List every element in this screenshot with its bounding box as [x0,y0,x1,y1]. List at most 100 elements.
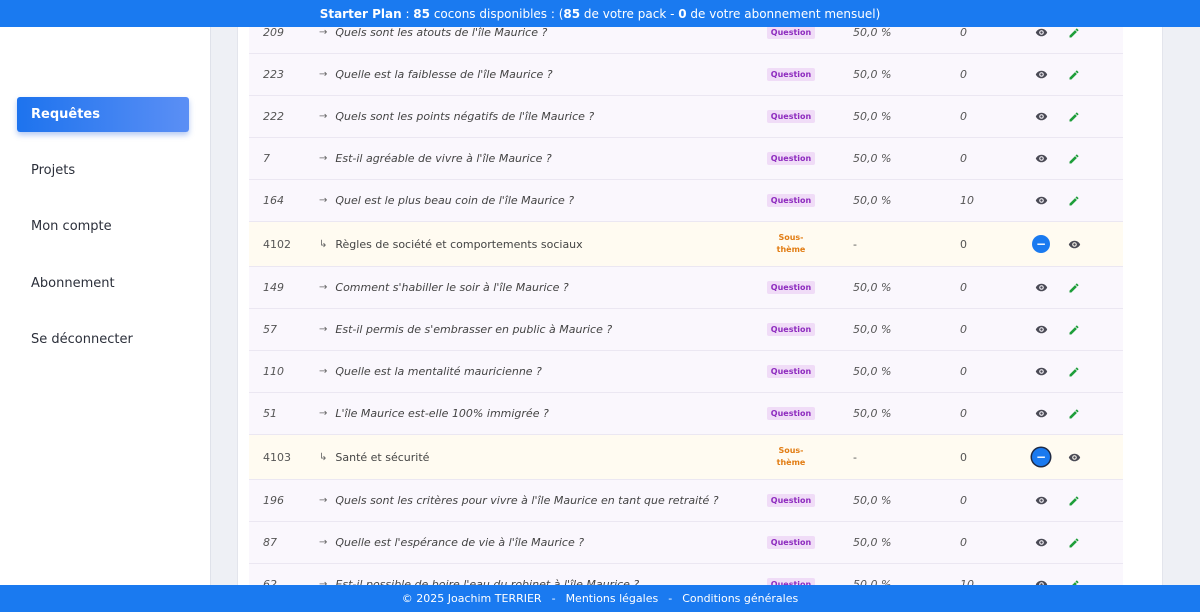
type-badge: Question [766,68,816,81]
sidebar-item-mon-compte[interactable]: Mon compte [17,209,189,244]
collapse-button[interactable]: − [1031,222,1051,266]
footer-separator: - [668,592,673,605]
type-badge: Sous-thème [777,445,806,469]
row-id: 196 [263,494,284,507]
question-row: 149 → Comment s'habiller le soir à l'île M… [249,267,1123,309]
question-row: 57 → Est-il permis de s'embrasser en publi… [249,309,1123,351]
footer-link-conditions-generales[interactable]: Conditions générales [682,592,798,605]
edit-button[interactable] [1064,309,1084,350]
edit-button[interactable] [1064,351,1084,392]
sidebar-item-label: Projets [31,163,76,178]
sidebar-item-requetes[interactable]: Requêtes [17,97,189,132]
pencil-icon [1068,282,1080,294]
question-row: 7 → Est-il agréable de vivre à l'île Mauri… [249,138,1123,180]
row-title-cell: → Quel est le plus beau coin de l'île Mau… [319,180,574,221]
pencil-icon [1068,495,1080,507]
type-badge: Question [766,536,816,549]
collapse-button[interactable]: − [1031,435,1051,479]
row-title: Quelle est la faiblesse de l'île Maurice… [335,68,553,81]
edit-button[interactable] [1064,96,1084,137]
view-button[interactable] [1031,393,1051,434]
type-badge-line: thème [776,245,806,254]
row-title-cell: ↳ Règles de société et comportements soci… [319,222,583,266]
row-percentage: 50,0 % [853,152,892,165]
row-percentage: - [853,237,857,251]
eye-icon [1035,536,1048,549]
row-id: 223 [263,68,284,81]
subtheme-arrow-icon: ↳ [319,451,328,463]
type-cell: Question [766,309,816,350]
eye-icon [1035,407,1048,420]
sidebar-item-abonnement[interactable]: Abonnement [17,266,189,301]
row-count: 0 [960,536,967,549]
arrow-icon: → [319,111,328,122]
type-cell: Question [766,138,816,179]
pencil-icon [1068,27,1080,39]
type-badge-line: Sous- [778,233,804,242]
row-percentage: 50,0 % [853,407,892,420]
row-title-cell: → Quelle est la mentalité mauricienne ? [319,351,542,392]
type-badge: Question [766,152,816,165]
plan-name: Starter Plan [319,6,402,21]
edit-button[interactable] [1064,180,1084,221]
footer-link-mentions-legales[interactable]: Mentions légales [566,592,659,605]
arrow-icon: → [319,195,328,206]
view-button[interactable] [1031,480,1051,521]
row-title: Comment s'habiller le soir à l'île Mauri… [335,281,569,294]
view-button[interactable] [1031,96,1051,137]
edit-button[interactable] [1064,393,1084,434]
row-count: 0 [960,110,967,123]
minus-icon: − [1032,235,1050,253]
question-row: 223 → Quelle est la faiblesse de l'île Mau… [249,54,1123,96]
row-title: Quel est le plus beau coin de l'île Maur… [335,194,575,207]
edit-button[interactable] [1064,522,1084,563]
row-percentage: - [853,450,857,464]
view-button[interactable] [1031,309,1051,350]
view-button[interactable] [1031,522,1051,563]
type-badge: Question [766,110,816,123]
pencil-icon [1068,324,1080,336]
row-id: 149 [263,281,284,294]
row-id: 110 [263,365,284,378]
type-cell: Sous-thème [767,435,815,479]
view-button[interactable] [1031,267,1051,308]
sidebar-item-se-deconnecter[interactable]: Se déconnecter [17,322,189,357]
row-id: 4103 [263,450,291,464]
question-row: 164 → Quel est le plus beau coin de l'île … [249,180,1123,222]
arrow-icon: → [319,366,328,377]
row-percentage: 50,0 % [853,494,892,507]
view-button[interactable] [1064,222,1084,266]
pencil-icon [1068,153,1080,165]
view-button[interactable] [1031,351,1051,392]
row-id: 57 [263,323,277,336]
arrow-icon: → [319,495,328,506]
banner-text-mid: cocons disponibles : ( [430,6,564,21]
row-count: 0 [960,152,967,165]
edit-button[interactable] [1064,54,1084,95]
view-button[interactable] [1031,54,1051,95]
edit-button[interactable] [1064,480,1084,521]
edit-button[interactable] [1064,138,1084,179]
edit-button[interactable] [1064,267,1084,308]
plan-banner: Starter Plan : 85 cocons disponibles : (… [0,0,1200,27]
type-cell: Question [766,180,816,221]
row-count: 0 [960,68,967,81]
eye-icon [1035,323,1048,336]
row-percentage: 50,0 % [853,110,892,123]
type-cell: Question [766,393,816,434]
sidebar-item-projets[interactable]: Projets [17,153,189,188]
subtheme-row: 4102 ↳ Règles de société et comportements … [249,222,1123,267]
subtheme-row: 4103 ↳ Santé et sécurité Sous-thème - 0 − [249,435,1123,480]
question-row: 110 → Quelle est la mentalité mauricienne … [249,351,1123,393]
pencil-icon [1068,111,1080,123]
view-button[interactable] [1031,138,1051,179]
banner-text-sub: de votre abonnement mensuel) [686,6,881,21]
view-button[interactable] [1064,435,1084,479]
type-cell: Question [766,54,816,95]
view-button[interactable] [1031,180,1051,221]
sidebar-item-label: Se déconnecter [31,332,133,347]
footer-copyright: © 2025 Joachim TERRIER [401,592,542,605]
row-percentage: 50,0 % [853,68,892,81]
cocons-total: 85 [413,6,430,21]
cocons-pack: 85 [563,6,581,21]
